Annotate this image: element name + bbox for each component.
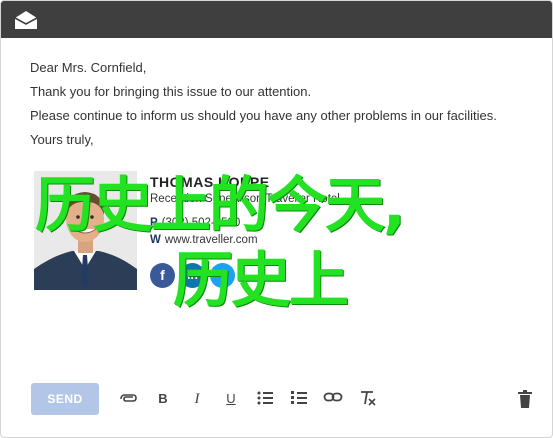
message-body[interactable]: Dear Mrs. Cornfield, Thank you for bring… <box>30 56 530 152</box>
closing-text: Yours truly, <box>30 132 94 147</box>
greeting-text: Dear Mrs. Cornfield, <box>30 60 147 75</box>
email-compose-window: Dear Mrs. Cornfield, Thank you for bring… <box>0 0 553 438</box>
numbered-list-icon[interactable] <box>288 388 310 410</box>
overlay-caption-line-1: 历史上的今天, <box>35 171 406 241</box>
underline-icon[interactable]: U <box>220 388 242 410</box>
link-icon[interactable] <box>322 388 344 410</box>
body-line-1: Thank you for bringing this issue to our… <box>30 84 312 99</box>
title-bar <box>1 1 552 38</box>
attach-icon[interactable] <box>117 388 139 410</box>
compose-toolbar: SEND B I U <box>1 381 552 417</box>
facebook-icon[interactable]: f <box>150 263 175 288</box>
body-line-2: Please continue to inform us should you … <box>30 108 497 123</box>
envelope-open-icon[interactable] <box>13 9 39 31</box>
send-button[interactable]: SEND <box>31 383 99 415</box>
bulleted-list-icon[interactable] <box>254 388 276 410</box>
clear-formatting-icon[interactable] <box>357 388 379 410</box>
trash-icon[interactable] <box>514 388 536 410</box>
bold-icon[interactable]: B <box>152 388 174 410</box>
overlay-caption-line-2: 历史上 <box>173 246 349 316</box>
italic-icon[interactable]: I <box>186 388 208 410</box>
